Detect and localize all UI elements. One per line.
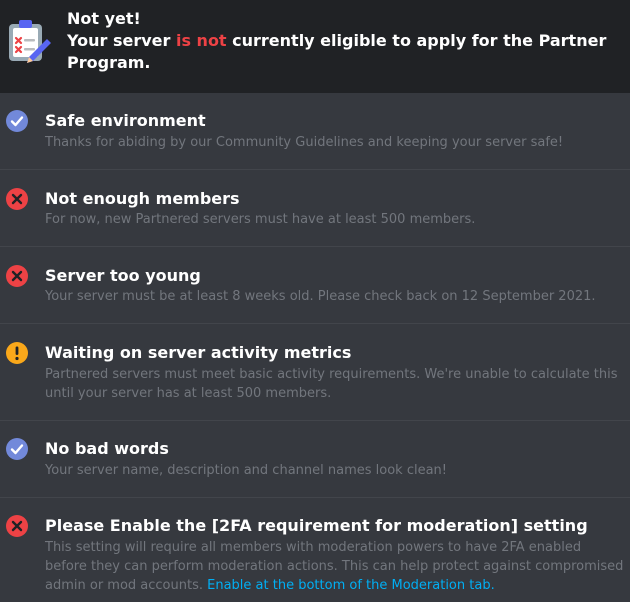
header-line-prefix: Your server [67,31,176,50]
requirement-description: Your server must be at least 8 weeks old… [45,289,596,304]
requirement-safe-environment: Safe environment Thanks for abiding by o… [0,93,630,170]
requirement-title: Not enough members [45,189,240,208]
requirement-title: Waiting on server activity metrics [45,343,352,362]
clipboard-checklist-icon [9,20,51,63]
requirement-description: This setting will require all members wi… [45,538,625,595]
requirement-description: Your server name, description and channe… [45,463,448,478]
requirement-description: Partnered servers must meet basic activi… [45,367,618,401]
header-emphasis: is not [175,31,227,50]
requirement-title: Please Enable the [2FA requirement for m… [45,516,588,535]
header-status-line: Your server is not currently eligible to… [67,30,622,74]
requirement-title: No bad words [45,439,169,458]
requirement-description: Thanks for abiding by our Community Guid… [45,135,564,150]
requirement-member-count: Not enough members For now, new Partnere… [0,170,630,247]
requirement-description: For now, new Partnered servers must have… [45,212,476,227]
eligibility-message: Not yet! Your server is not currently el… [67,8,622,74]
header-title: Not yet! [67,9,141,28]
requirements-list: Safe environment Thanks for abiding by o… [0,93,630,602]
moderation-tab-link[interactable]: Enable at the bottom of the Moderation t… [207,578,495,593]
requirement-2fa-moderation: Please Enable the [2FA requirement for m… [0,498,630,602]
check-circle-icon [6,110,28,132]
requirement-title: Server too young [45,266,201,285]
x-circle-icon [6,265,28,287]
x-circle-icon [6,188,28,210]
x-circle-icon [6,515,28,537]
requirement-bad-words: No bad words Your server name, descripti… [0,421,630,498]
check-circle-icon [6,438,28,460]
requirement-activity-metrics: Waiting on server activity metrics Partn… [0,324,630,421]
requirement-title: Safe environment [45,111,206,130]
eligibility-header: Not yet! Your server is not currently el… [0,0,630,93]
exclamation-circle-icon [6,342,28,364]
requirement-server-age: Server too young Your server must be at … [0,247,630,324]
